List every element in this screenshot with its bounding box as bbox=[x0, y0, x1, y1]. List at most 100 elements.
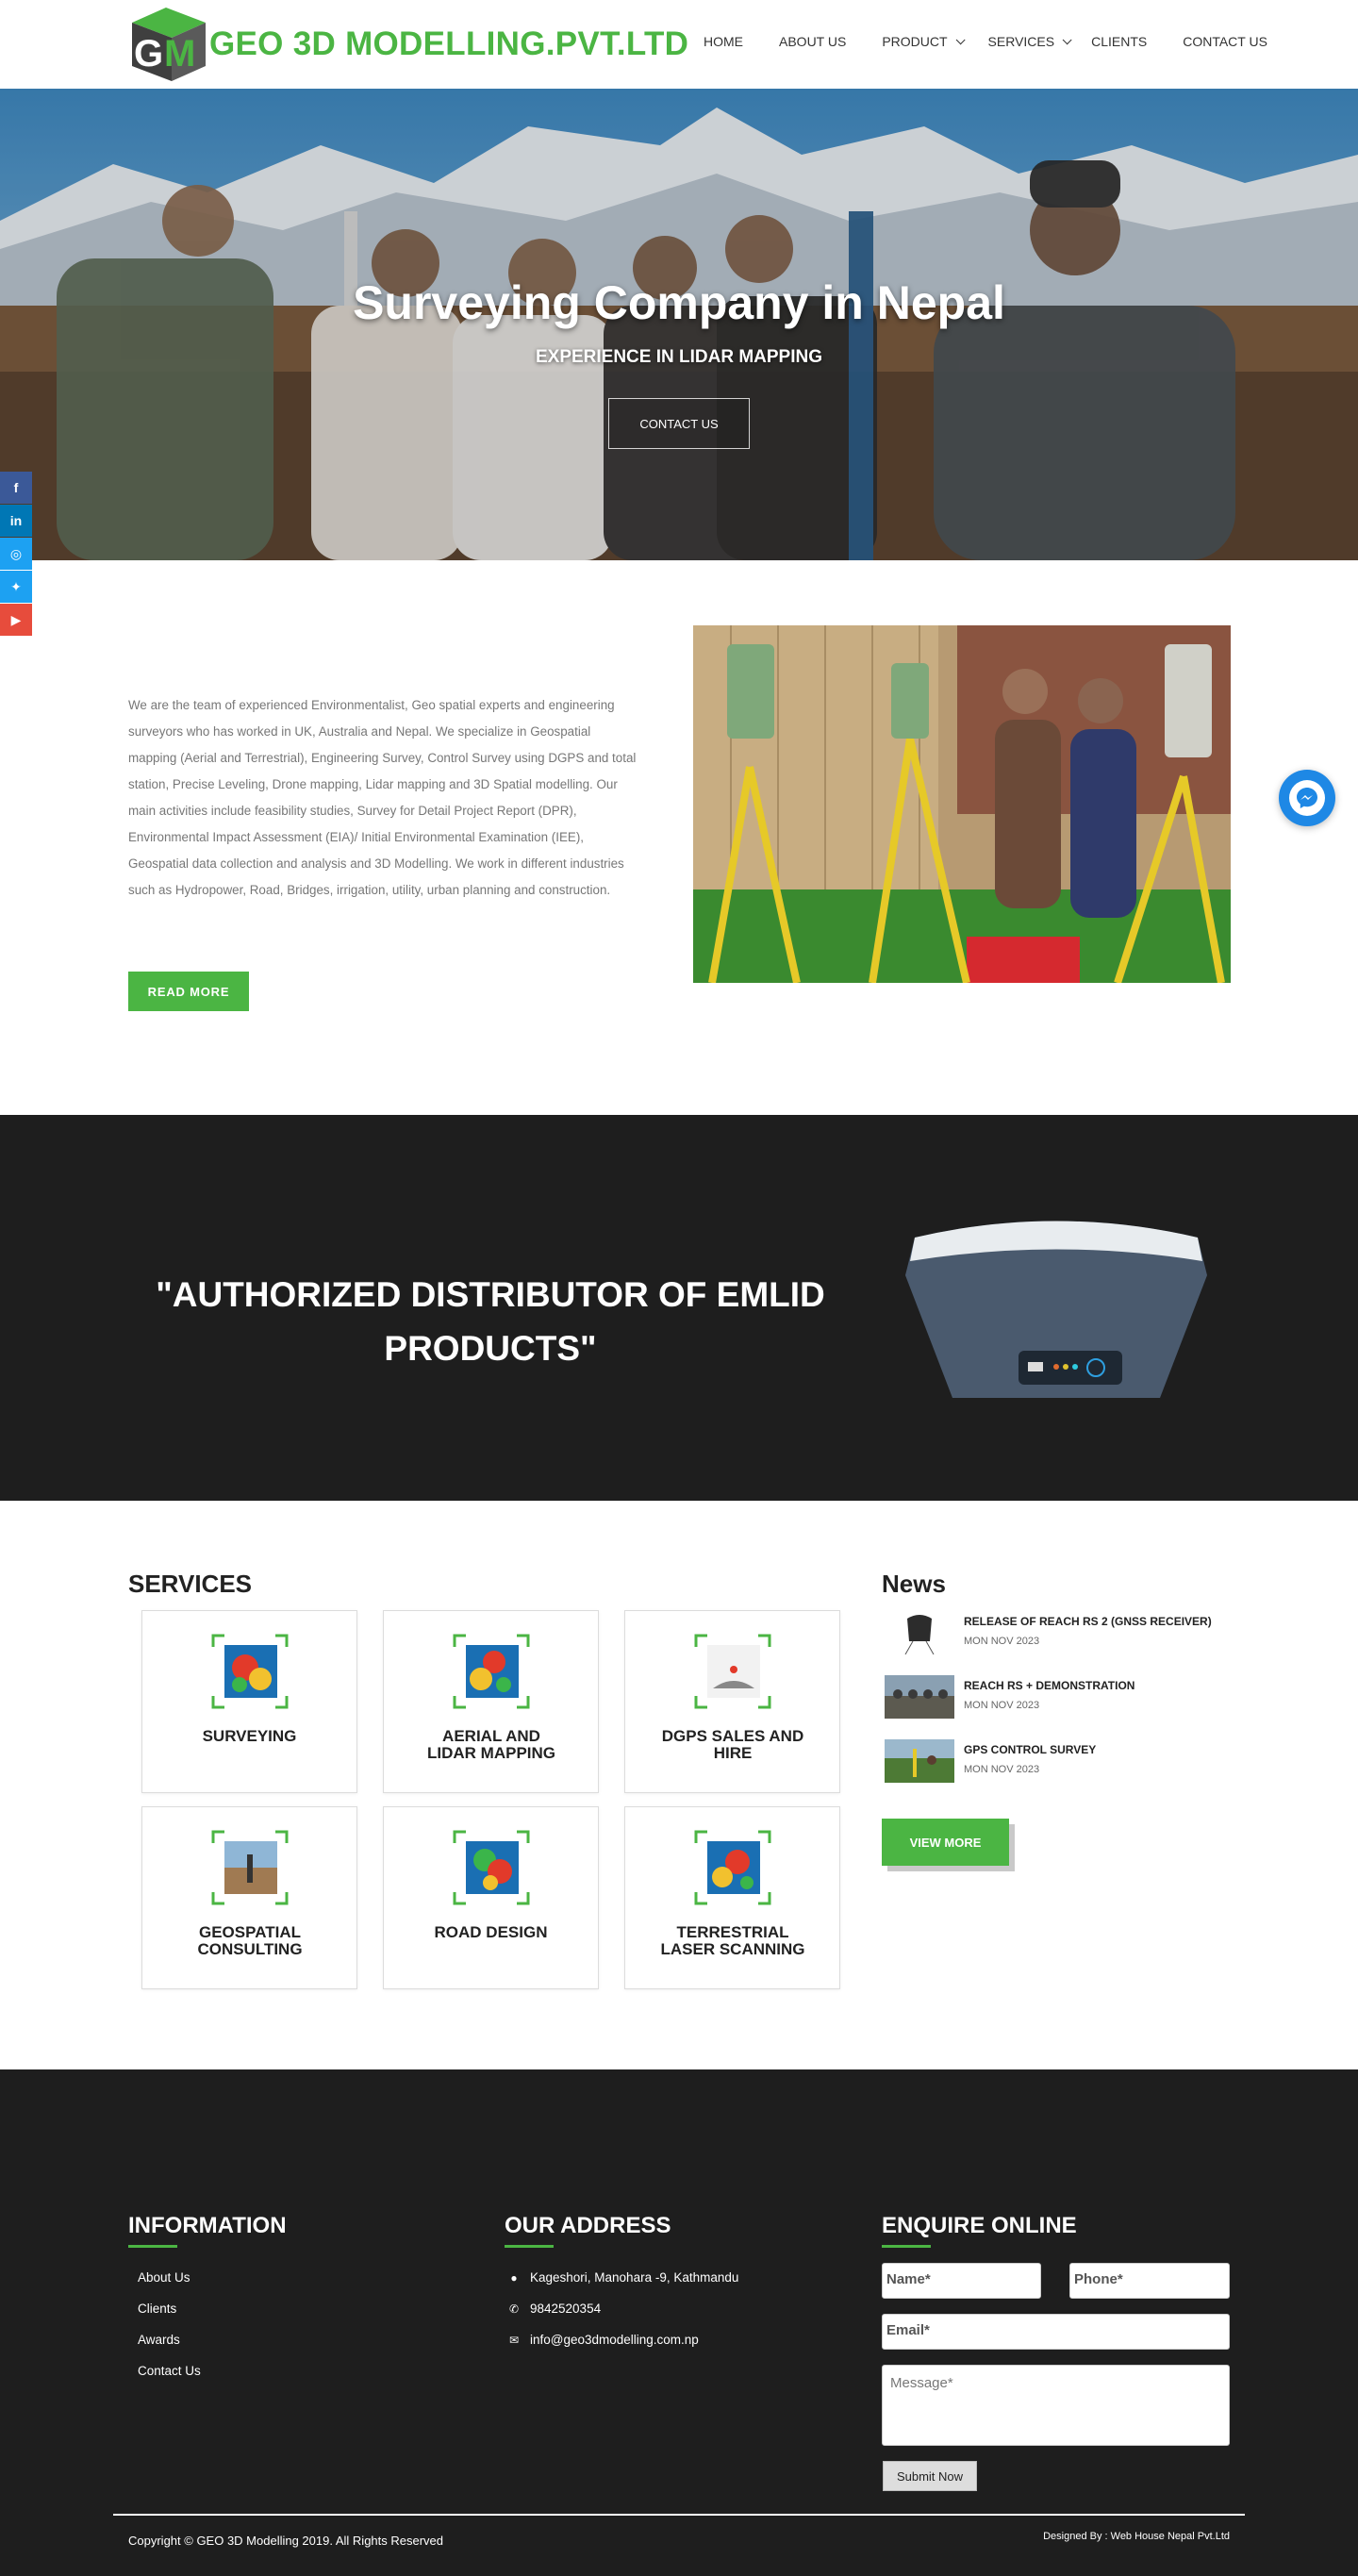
designer-credit[interactable]: Designed By : Web House Nepal Pvt.Ltd bbox=[1043, 2531, 1230, 2542]
message-field[interactable]: Message* bbox=[882, 2365, 1230, 2446]
name-field[interactable]: Name* bbox=[882, 2263, 1041, 2299]
news-title: News bbox=[882, 1570, 946, 1598]
hero-title: Surveying Company in Nepal bbox=[353, 276, 1005, 329]
instagram-glyph: ◎ bbox=[9, 545, 23, 561]
nav-home[interactable]: HOME bbox=[704, 34, 743, 49]
map-marker-icon: ● bbox=[510, 2270, 518, 2285]
service-card-aerial[interactable]: AERIAL AND LIDAR MAPPING bbox=[383, 1610, 599, 1793]
map-thumbnail-icon bbox=[694, 1830, 771, 1905]
news-item-date: MON NOV 2023 bbox=[964, 1636, 1040, 1647]
messenger-icon bbox=[1289, 780, 1325, 816]
map-thumbnail-icon bbox=[211, 1634, 289, 1709]
nav-services-label: SERVICES bbox=[987, 34, 1055, 49]
heading-underline bbox=[882, 2245, 931, 2248]
footer-link-clients[interactable]: Clients bbox=[138, 2302, 176, 2316]
submit-button[interactable]: Submit Now bbox=[883, 2461, 977, 2491]
nav-about-label: ABOUT US bbox=[779, 34, 847, 49]
twitter-icon[interactable]: ✦ bbox=[0, 571, 32, 603]
service-label: ROAD DESIGN bbox=[434, 1923, 548, 1941]
email-field[interactable]: Email* bbox=[882, 2314, 1230, 2350]
nav-about[interactable]: ABOUT US bbox=[779, 34, 846, 49]
device-thumbnail-icon bbox=[694, 1634, 771, 1709]
phone-icon: ✆ bbox=[508, 2302, 520, 2316]
twitter-glyph: ✦ bbox=[10, 578, 22, 594]
social-sidebar: f in ◎ ✦ ▶ bbox=[0, 472, 32, 637]
hero-contact-button[interactable]: CONTACT US bbox=[608, 398, 750, 449]
footer-link-contact[interactable]: Contact Us bbox=[138, 2364, 201, 2378]
youtube-glyph: ▶ bbox=[10, 611, 22, 627]
footer-divider bbox=[113, 2514, 1245, 2516]
youtube-icon[interactable]: ▶ bbox=[0, 604, 32, 636]
news-item-title: GPS CONTROL SURVEY bbox=[964, 1743, 1097, 1756]
phone-field[interactable]: Phone* bbox=[1069, 2263, 1230, 2299]
nav-clients[interactable]: CLIENTS bbox=[1091, 34, 1147, 49]
service-label: TERRESTRIAL LASER SCANNING bbox=[660, 1923, 805, 1958]
chevron-down-icon bbox=[1062, 34, 1072, 44]
hero-subtitle: EXPERIENCE IN LIDAR MAPPING bbox=[535, 347, 823, 367]
news-item[interactable]: RELEASE OF REACH RS 2 (GNSS RECEIVER) MO… bbox=[883, 1609, 1279, 1658]
email-text[interactable]: info@geo3dmodelling.com.np bbox=[530, 2333, 699, 2347]
view-more-button[interactable]: VIEW MORE bbox=[882, 1819, 1009, 1866]
nav-contact[interactable]: CONTACT US bbox=[1183, 34, 1267, 49]
news-thumbnail bbox=[885, 1611, 954, 1654]
news-item-title: REACH RS + DEMONSTRATION bbox=[964, 1679, 1135, 1692]
nav-product[interactable]: PRODUCT bbox=[882, 34, 966, 49]
news-item-title: RELEASE OF REACH RS 2 (GNSS RECEIVER) bbox=[964, 1615, 1212, 1628]
copyright-text: Copyright © GEO 3D Modelling 2019. All R… bbox=[128, 2534, 444, 2548]
news-thumbnail bbox=[885, 1739, 954, 1783]
emlid-text: "AUTHORIZED DISTRIBUTOR OF EMLID PRODUCT… bbox=[156, 1275, 825, 1368]
map-thumbnail-icon bbox=[453, 1830, 530, 1905]
brand-name[interactable]: GEO 3D MODELLING.PVT.LTD bbox=[209, 25, 688, 63]
service-label: DGPS SALES AND HIRE bbox=[661, 1727, 804, 1762]
map-thumbnail-icon bbox=[453, 1634, 530, 1709]
news-thumbnail bbox=[885, 1675, 954, 1719]
address-text: Kageshori, Manohara -9, Kathmandu bbox=[530, 2270, 739, 2285]
service-card-laser-scanning[interactable]: TERRESTRIAL LASER SCANNING bbox=[624, 1806, 840, 1989]
about-photo bbox=[693, 625, 1231, 983]
service-card-geospatial[interactable]: GEOSPATIAL CONSULTING bbox=[141, 1806, 357, 1989]
nav-services[interactable]: SERVICES bbox=[987, 34, 1072, 49]
service-label: SURVEYING bbox=[202, 1727, 297, 1745]
service-label: AERIAL AND LIDAR MAPPING bbox=[427, 1727, 555, 1762]
instagram-icon[interactable]: ◎ bbox=[0, 538, 32, 570]
site-logo[interactable]: G M GEO 3D MODELLING.PVT.LTD bbox=[128, 6, 688, 83]
phone-line: ✆ 9842520354 bbox=[507, 2302, 601, 2316]
news-item-date: MON NOV 2023 bbox=[964, 1764, 1040, 1775]
footer-link-awards[interactable]: Awards bbox=[138, 2333, 180, 2347]
news-item[interactable]: GPS CONTROL SURVEY MON NOV 2023 bbox=[883, 1737, 1279, 1787]
heading-underline bbox=[505, 2245, 554, 2248]
service-card-surveying[interactable]: SURVEYING bbox=[141, 1610, 357, 1793]
information-heading: INFORMATION bbox=[128, 2213, 287, 2238]
nav-product-label: PRODUCT bbox=[882, 34, 948, 49]
facebook-icon[interactable]: f bbox=[0, 472, 32, 504]
footer-link-about[interactable]: About Us bbox=[138, 2270, 190, 2285]
facebook-glyph: f bbox=[13, 480, 19, 495]
svg-text:M: M bbox=[164, 33, 195, 75]
about-text: We are the team of experienced Environme… bbox=[128, 698, 637, 897]
emlid-banner: "AUTHORIZED DISTRIBUTOR OF EMLID PRODUCT… bbox=[0, 1115, 1358, 1501]
news-item[interactable]: REACH RS + DEMONSTRATION MON NOV 2023 bbox=[883, 1673, 1279, 1722]
service-card-road-design[interactable]: ROAD DESIGN bbox=[383, 1806, 599, 1989]
linkedin-glyph: in bbox=[9, 513, 23, 528]
logo-cube-icon: G M bbox=[128, 6, 209, 83]
messenger-chat-button[interactable] bbox=[1279, 770, 1335, 826]
email-line: ✉ info@geo3dmodelling.com.np bbox=[507, 2333, 699, 2347]
heading-underline bbox=[128, 2245, 177, 2248]
service-card-dgps[interactable]: DGPS SALES AND HIRE bbox=[624, 1610, 840, 1793]
read-more-button[interactable]: READ MORE bbox=[128, 972, 249, 1011]
address-heading: OUR ADDRESS bbox=[505, 2213, 671, 2238]
news-item-date: MON NOV 2023 bbox=[964, 1700, 1040, 1711]
nav-clients-label: CLIENTS bbox=[1091, 34, 1148, 49]
nav-home-label: HOME bbox=[704, 34, 743, 49]
address-line: ● Kageshori, Manohara -9, Kathmandu bbox=[507, 2270, 738, 2285]
envelope-icon: ✉ bbox=[508, 2333, 520, 2347]
linkedin-icon[interactable]: in bbox=[0, 505, 32, 537]
nav-contact-label: CONTACT US bbox=[1183, 34, 1267, 49]
service-label: GEOSPATIAL CONSULTING bbox=[197, 1923, 303, 1958]
svg-text:G: G bbox=[134, 33, 163, 75]
services-title: SERVICES bbox=[128, 1570, 253, 1598]
enquire-heading: ENQUIRE ONLINE bbox=[882, 2213, 1077, 2238]
photo-thumbnail-icon bbox=[211, 1830, 289, 1905]
phone-text[interactable]: 9842520354 bbox=[530, 2302, 601, 2316]
emlid-receiver-image bbox=[877, 1209, 1235, 1417]
